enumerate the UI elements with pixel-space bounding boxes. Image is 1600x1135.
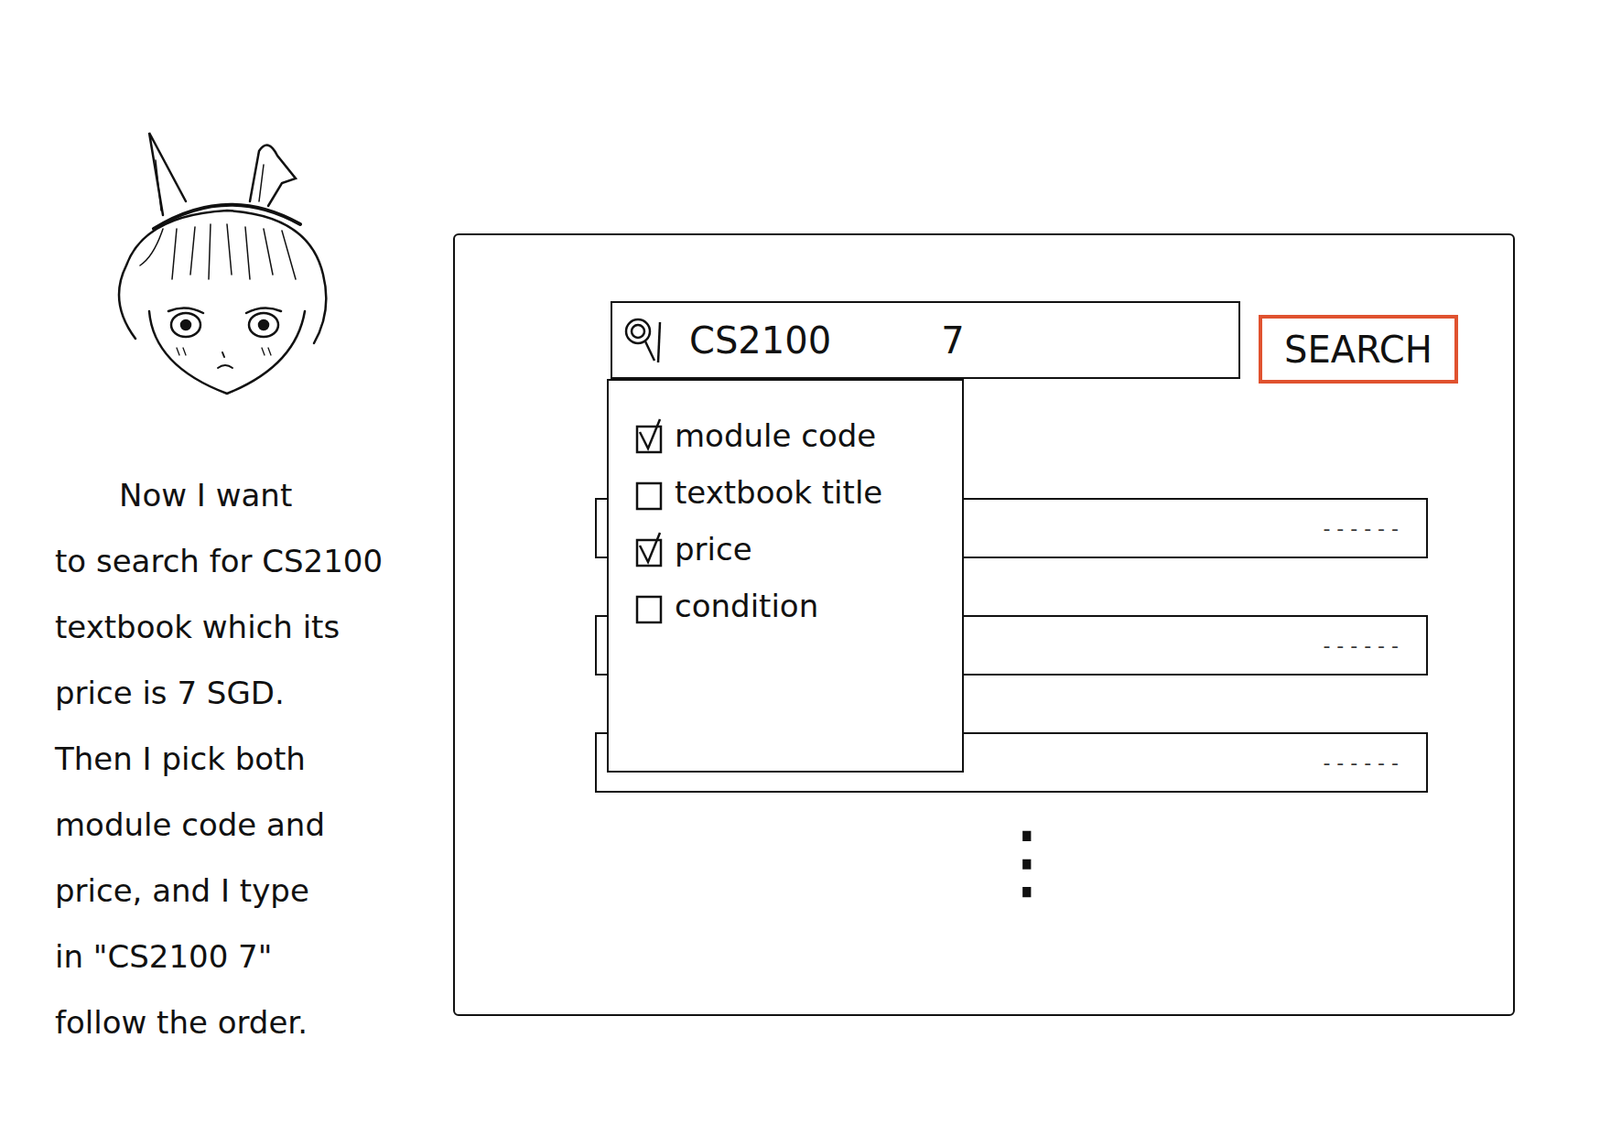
filter-label: module code: [674, 417, 876, 455]
filter-label: textbook title: [674, 474, 883, 511]
magnifier-icon: [621, 314, 662, 367]
filter-label: price: [674, 530, 753, 568]
caption-line: Now I want: [54, 462, 454, 529]
caption-line: module code and: [54, 791, 454, 858]
caption-line: Then I pick both: [54, 725, 454, 792]
result-placeholder: - - - - - -: [1322, 751, 1399, 775]
checkbox-icon[interactable]: [634, 417, 666, 455]
filter-option[interactable]: textbook title: [634, 474, 963, 511]
filter-option[interactable]: condition: [634, 587, 963, 625]
caption-line: textbook which its: [54, 594, 454, 660]
filter-option[interactable]: module code: [634, 417, 963, 455]
filter-menu: module code textbook title price conditi…: [606, 378, 964, 773]
checkbox-icon[interactable]: [634, 530, 666, 568]
storyboard-page: Now I wantto search for CS2100textbook w…: [0, 0, 1600, 1135]
search-wrap: CS21007 module code textbook title price…: [610, 301, 1241, 379]
checkbox-icon[interactable]: [634, 587, 666, 625]
filter-option[interactable]: price: [634, 530, 963, 568]
caption-line: follow the order.: [54, 989, 454, 1056]
caption-line: price is 7 SGD.: [54, 659, 454, 726]
search-row: CS21007 module code textbook title price…: [610, 301, 1436, 384]
query-text: CS2100: [689, 319, 832, 362]
checkbox-icon[interactable]: [634, 474, 666, 511]
narrator-panel: Now I wantto search for CS2100textbook w…: [0, 0, 454, 1135]
caption-line: in "CS2100 7": [54, 923, 454, 990]
result-placeholder: - - - - - -: [1322, 634, 1399, 658]
caption-line: price, and I type: [54, 857, 454, 924]
bunny-girl-icon: [98, 128, 356, 422]
filter-label: condition: [674, 587, 819, 625]
more-indicator: ⋮: [985, 820, 1436, 903]
search-button[interactable]: SEARCH: [1258, 314, 1459, 384]
app-window: CS2100 7 module code textbook title price…: [453, 233, 1515, 1017]
result-placeholder: - - - - - -: [1322, 517, 1399, 541]
caption-line: to search for CS2100: [54, 528, 454, 595]
search-field[interactable]: CS2100 7: [610, 301, 1241, 379]
query-text: 7: [940, 319, 964, 362]
story-caption: Now I wantto search for CS2100textbook w…: [0, 462, 454, 1056]
